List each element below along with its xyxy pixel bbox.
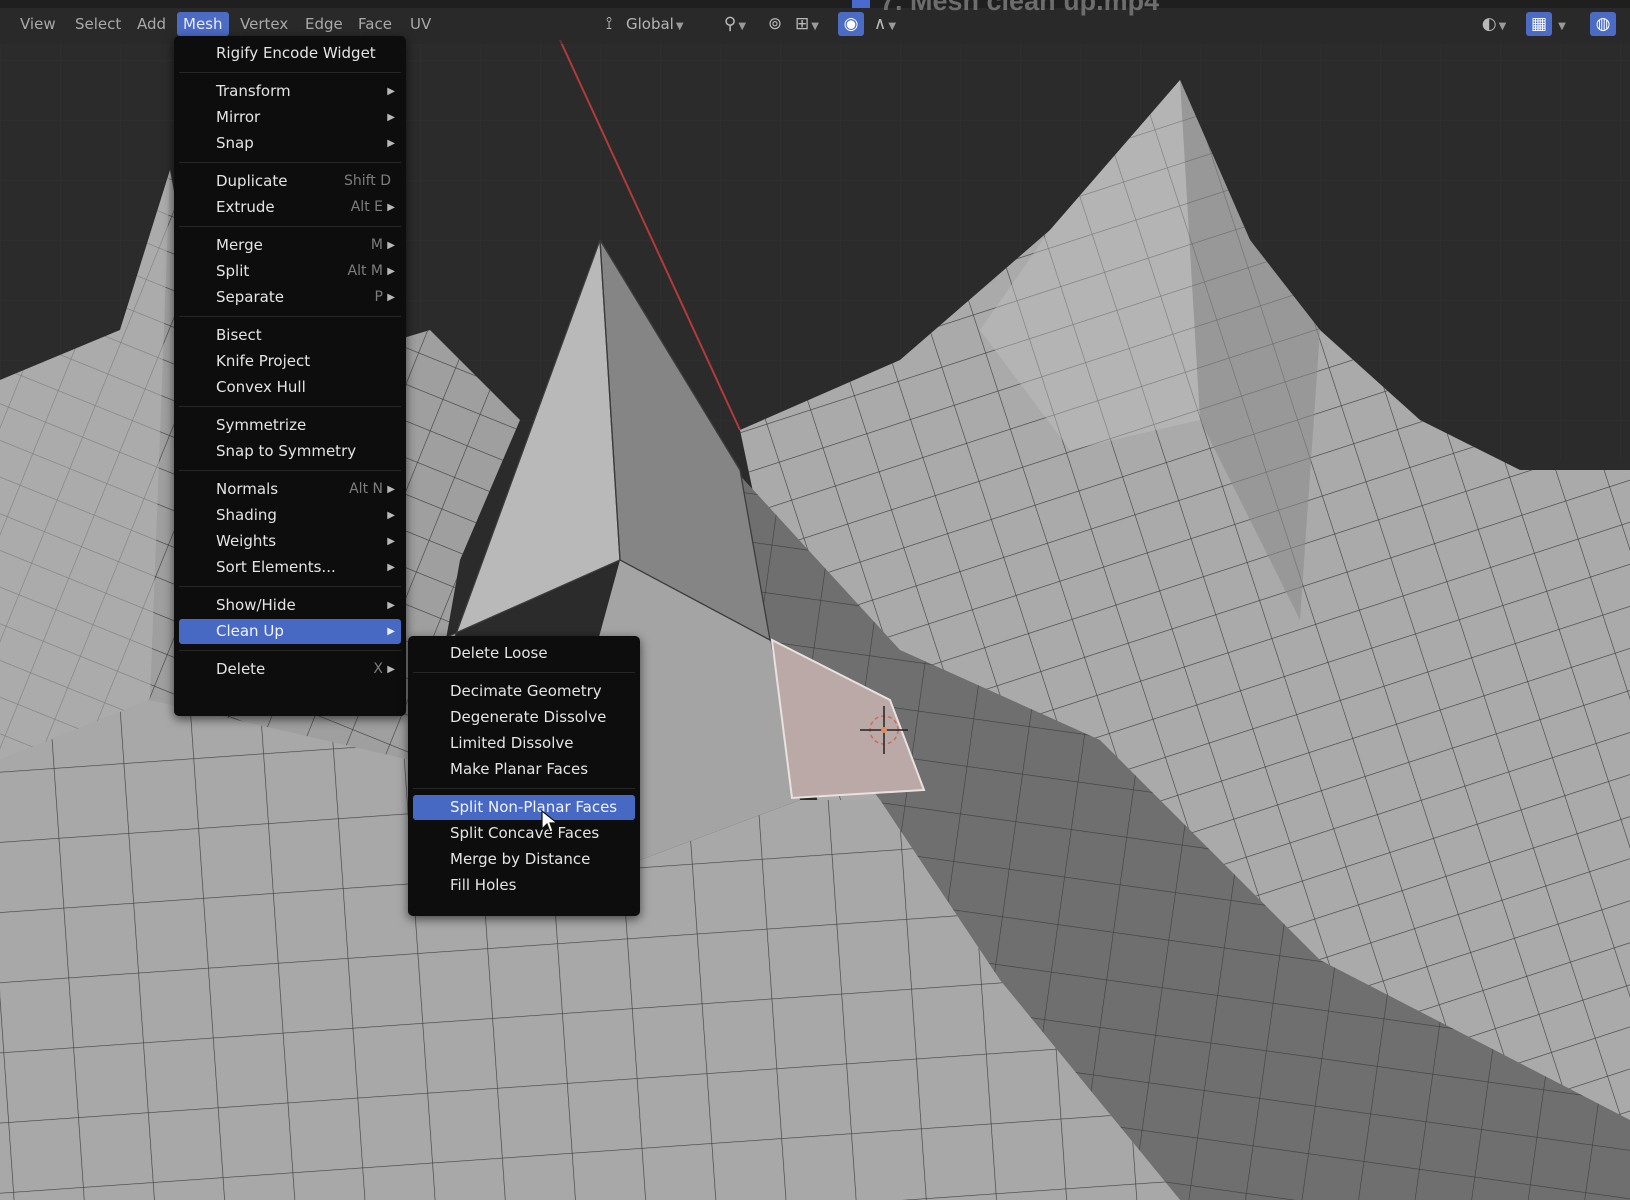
menu-face[interactable]: Face (352, 12, 398, 36)
submenu-arrow-icon: ▶ (387, 240, 395, 251)
submenu-arrow-icon: ▶ (387, 664, 395, 675)
menu-item-separate[interactable]: Separate P ▶ (179, 285, 401, 310)
xray-chevron-icon[interactable]: ▼ (1554, 12, 1568, 36)
transform-orientation-dropdown[interactable]: Global ▼ (626, 12, 684, 36)
shortcut-label: Shift D (343, 173, 391, 189)
menu-item-make-planar-faces[interactable]: Make Planar Faces (413, 757, 635, 782)
menu-item-weights[interactable]: Weights ▶ (179, 529, 401, 554)
menu-item-normals[interactable]: Normals Alt N ▶ (179, 477, 401, 502)
menu-item-delete-loose[interactable]: Delete Loose (413, 641, 635, 666)
submenu-arrow-icon: ▶ (387, 510, 395, 521)
menu-item-mirror[interactable]: Mirror ▶ (179, 105, 401, 130)
submenu-arrow-icon: ▶ (387, 626, 395, 637)
shortcut-label: Alt N (349, 481, 383, 497)
falloff-icon[interactable]: ∧ ▼ (866, 12, 904, 36)
proportional-edit-icon[interactable]: ◉ (838, 12, 864, 36)
menu-item-degenerate-dissolve[interactable]: Degenerate Dissolve (413, 705, 635, 730)
orientation-gizmo-icon[interactable]: ⟟ (598, 12, 620, 36)
submenu-arrow-icon: ▶ (387, 536, 395, 547)
clean-up-submenu: Delete Loose Decimate Geometry Degenerat… (408, 636, 640, 916)
submenu-arrow-icon: ▶ (387, 266, 395, 277)
menu-item-show-hide[interactable]: Show/Hide ▶ (179, 593, 401, 618)
menu-item-split-non-planar-faces[interactable]: Split Non-Planar Faces (413, 795, 635, 820)
submenu-arrow-icon: ▶ (387, 600, 395, 611)
snap-icon[interactable]: ⊚ (763, 12, 787, 36)
shortcut-label: Alt E (350, 199, 383, 215)
menu-item-rigify-encode-widget[interactable]: Rigify Encode Widget (179, 41, 401, 66)
menu-item-convex-hull[interactable]: Convex Hull (179, 375, 401, 400)
snap-target-icon[interactable]: ⊞ ▼ (788, 12, 826, 36)
submenu-arrow-icon: ▶ (387, 484, 395, 495)
menu-select[interactable]: Select (69, 12, 127, 36)
menu-item-sort-elements[interactable]: Sort Elements... ▶ (179, 555, 401, 580)
menu-item-merge-by-distance[interactable]: Merge by Distance (413, 847, 635, 872)
submenu-arrow-icon: ▶ (387, 86, 395, 97)
menu-item-split[interactable]: Split Alt M ▶ (179, 259, 401, 284)
menu-item-clean-up[interactable]: Clean Up ▶ (179, 619, 401, 644)
pivot-icon[interactable]: ⚲ ▼ (716, 12, 754, 36)
menu-item-limited-dissolve[interactable]: Limited Dissolve (413, 731, 635, 756)
shortcut-label: Alt M (347, 263, 384, 279)
menu-item-bisect[interactable]: Bisect (179, 323, 401, 348)
menu-uv[interactable]: UV (404, 12, 437, 36)
submenu-arrow-icon: ▶ (387, 202, 395, 213)
submenu-arrow-icon: ▶ (387, 292, 395, 303)
menu-mesh[interactable]: Mesh (177, 12, 229, 36)
menu-add[interactable]: Add (131, 12, 172, 36)
orientation-value: Global (626, 15, 674, 33)
menu-item-extrude[interactable]: Extrude Alt E ▶ (179, 195, 401, 220)
mesh-menu: Rigify Encode Widget Transform ▶ Mirror ▶ … (174, 36, 406, 716)
menu-edge[interactable]: Edge (299, 12, 349, 36)
menu-view[interactable]: View (14, 12, 62, 36)
menu-item-merge[interactable]: Merge M ▶ (179, 233, 401, 258)
shortcut-label: X (373, 661, 383, 677)
menu-item-transform[interactable]: Transform ▶ (179, 79, 401, 104)
video-title: 7. Mesh clean up.mp4 (880, 0, 1160, 16)
shortcut-label: M (370, 237, 383, 253)
shading-icon[interactable]: ◍ (1590, 12, 1616, 36)
shortcut-label: P (374, 289, 383, 305)
menu-item-shading[interactable]: Shading ▶ (179, 503, 401, 528)
menu-item-split-concave-faces[interactable]: Split Concave Faces (413, 821, 635, 846)
menu-item-duplicate[interactable]: Duplicate Shift D (179, 169, 401, 194)
chevron-down-icon: ▼ (675, 21, 684, 32)
submenu-arrow-icon: ▶ (387, 562, 395, 573)
menu-item-knife-project[interactable]: Knife Project (179, 349, 401, 374)
menu-item-snap[interactable]: Snap ▶ (179, 131, 401, 156)
title-bar (0, 0, 1630, 8)
menu-item-decimate-geometry[interactable]: Decimate Geometry (413, 679, 635, 704)
mouse-cursor-icon (541, 810, 559, 833)
overlay-icon[interactable]: ◐ ▼ (1474, 12, 1514, 36)
menu-vertex[interactable]: Vertex (234, 12, 294, 36)
submenu-arrow-icon: ▶ (387, 138, 395, 149)
xray-icon[interactable]: ▦ (1526, 12, 1552, 36)
menu-item-delete[interactable]: Delete X ▶ (179, 657, 401, 682)
submenu-arrow-icon: ▶ (387, 112, 395, 123)
video-file-icon (852, 0, 870, 8)
menu-item-snap-to-symmetry[interactable]: Snap to Symmetry (179, 439, 401, 464)
menu-item-symmetrize[interactable]: Symmetrize (179, 413, 401, 438)
menu-item-fill-holes[interactable]: Fill Holes (413, 873, 635, 898)
